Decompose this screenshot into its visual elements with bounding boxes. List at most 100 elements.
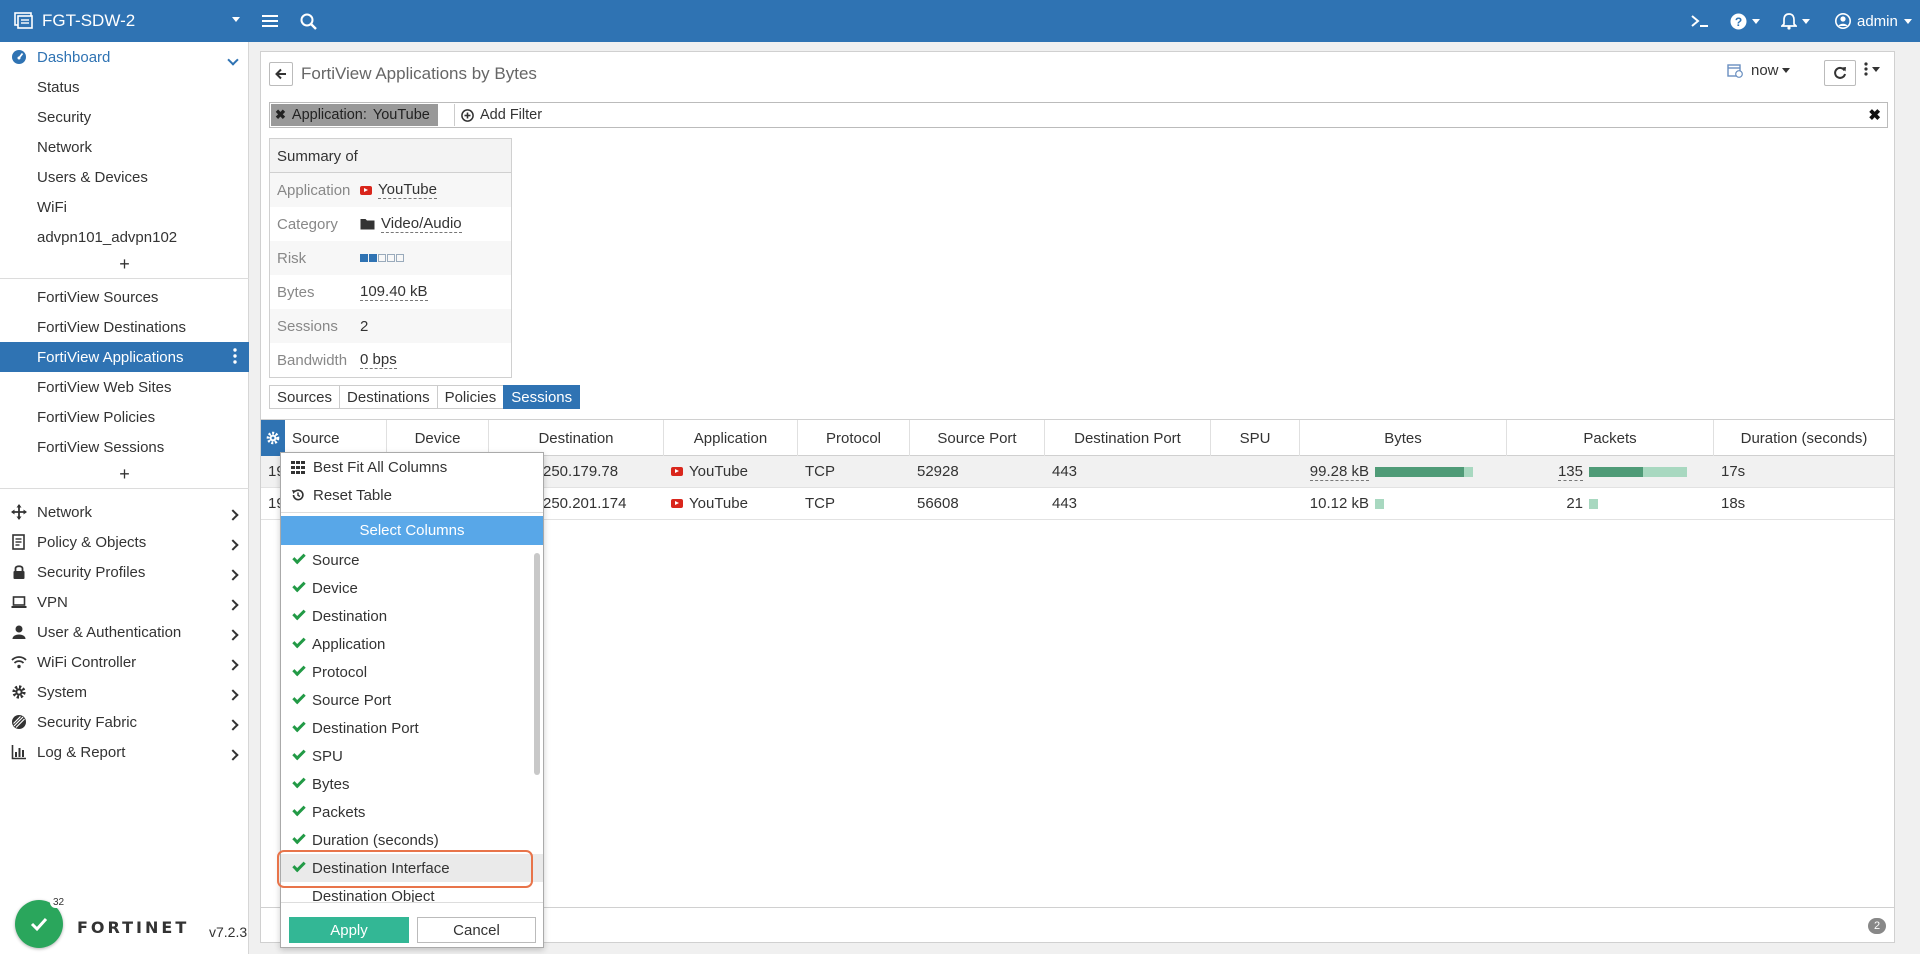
column-option-destination[interactable]: Destination <box>281 602 543 630</box>
add-fortiview-button[interactable]: + <box>0 462 249 486</box>
add-filter-label: Add Filter <box>480 107 543 123</box>
column-header-spu[interactable]: SPU <box>1211 420 1300 456</box>
sidebar-item-advpn[interactable]: advpn101_advpn102 <box>0 222 249 252</box>
youtube-icon <box>671 467 683 476</box>
sidebar-item-fortiview-policies[interactable]: FortiView Policies <box>0 402 249 432</box>
check-icon <box>292 802 306 817</box>
sidebar-item-fortiview-sources[interactable]: FortiView Sources <box>0 282 249 312</box>
column-option-source-port[interactable]: Source Port <box>281 686 543 714</box>
search-icon[interactable] <box>300 0 317 42</box>
tab-sessions[interactable]: Sessions <box>503 385 581 409</box>
column-header-packets[interactable]: Packets <box>1507 420 1714 456</box>
column-option-application[interactable]: Application <box>281 630 543 658</box>
packets-bar <box>1584 456 1687 487</box>
column-header-device[interactable]: Device <box>387 420 489 456</box>
summary-value[interactable]: YouTube <box>378 181 437 199</box>
summary-row-application: Application YouTube <box>270 173 511 207</box>
more-options-button[interactable] <box>1864 62 1880 76</box>
column-option-protocol[interactable]: Protocol <box>281 658 543 686</box>
sidebar-item-security[interactable]: Security <box>0 102 249 132</box>
sidebar-item-network[interactable]: Network <box>0 497 249 527</box>
chevron-right-icon <box>227 596 239 613</box>
sidebar-item-wifi[interactable]: WiFi <box>0 192 249 222</box>
sidebar-item-fortiview-sessions[interactable]: FortiView Sessions <box>0 432 249 462</box>
column-option-label: Device <box>312 579 358 597</box>
column-option-spu[interactable]: SPU <box>281 742 543 770</box>
column-header-destination[interactable]: Destination <box>489 420 664 456</box>
sidebar-item-users-devices[interactable]: Users & Devices <box>0 162 249 192</box>
column-header-protocol[interactable]: Protocol <box>798 420 910 456</box>
chevron-down-icon <box>1903 18 1912 24</box>
filter-chip-application[interactable]: ✖ Application: YouTube <box>271 104 438 126</box>
menu-icon[interactable] <box>262 0 278 42</box>
sidebar-item-label: Policy & Objects <box>37 533 147 551</box>
column-option-destination-port[interactable]: Destination Port <box>281 714 543 742</box>
column-header-source-port[interactable]: Source Port <box>910 420 1045 456</box>
notifications-menu[interactable] <box>1781 0 1810 42</box>
help-menu[interactable]: ? <box>1730 0 1760 42</box>
add-filter-button[interactable]: Add Filter <box>454 104 548 126</box>
sidebar-item-policy-objects[interactable]: Policy & Objects <box>0 527 249 557</box>
filter-bar[interactable]: ✖ Application: YouTube Add Filter ✖ <box>269 102 1888 128</box>
column-header-source[interactable]: Source <box>285 420 387 456</box>
device-selector[interactable]: FGT-SDW-2 <box>0 0 250 42</box>
summary-row-sessions: Sessions 2 <box>270 309 511 343</box>
apply-button[interactable]: Apply <box>289 917 409 943</box>
column-header-duration[interactable]: Duration (seconds) <box>1714 420 1894 456</box>
sidebar-item-vpn[interactable]: VPN <box>0 587 249 617</box>
best-fit-columns-button[interactable]: Best Fit All Columns <box>281 453 543 481</box>
summary-label: Bandwidth <box>277 351 348 369</box>
sidebar-item-status[interactable]: Status <box>0 72 249 102</box>
summary-value[interactable]: 109.40 kB <box>360 283 428 301</box>
clear-filters-icon[interactable]: ✖ <box>1868 106 1881 124</box>
summary-value[interactable]: Video/Audio <box>381 215 462 233</box>
add-dashboard-button[interactable]: + <box>0 252 249 276</box>
sidebar-item-log-report[interactable]: Log & Report <box>0 737 249 767</box>
sidebar-item-fortiview-applications[interactable]: FortiView Applications <box>0 342 249 372</box>
cell-bytes-label[interactable]: 99.28 kB <box>1309 463 1369 481</box>
remove-filter-icon[interactable]: ✖ <box>275 107 286 123</box>
column-header-bytes[interactable]: Bytes <box>1300 420 1507 456</box>
sidebar-item-wifi-controller[interactable]: WiFi Controller <box>0 647 249 677</box>
column-option-label: Source <box>312 551 360 569</box>
sidebar-item-fortiview-destinations[interactable]: FortiView Destinations <box>0 312 249 342</box>
network-icon <box>11 504 27 520</box>
user-menu[interactable]: admin <box>1835 0 1912 42</box>
user-icon <box>1835 13 1851 29</box>
sidebar-item-user-authentication[interactable]: User & Authentication <box>0 617 249 647</box>
column-header-destination-port[interactable]: Destination Port <box>1045 420 1211 456</box>
sidebar-item-network-dashboard[interactable]: Network <box>0 132 249 162</box>
scrollbar[interactable] <box>534 553 540 775</box>
cancel-button[interactable]: Cancel <box>417 917 536 943</box>
column-settings-button[interactable] <box>261 420 285 456</box>
tab-policies[interactable]: Policies <box>436 385 505 409</box>
tab-sources[interactable]: Sources <box>269 385 341 409</box>
cell-packets-label[interactable]: 135 <box>1557 463 1583 481</box>
time-selector[interactable]: now <box>1727 62 1790 79</box>
summary-value[interactable]: 0 bps <box>360 351 397 369</box>
column-option-device[interactable]: Device <box>281 574 543 602</box>
more-options-icon[interactable] <box>233 348 237 368</box>
column-option-bytes[interactable]: Bytes <box>281 770 543 798</box>
back-button[interactable] <box>269 62 293 86</box>
risk-level-indicator <box>360 254 404 262</box>
sidebar-item-label: WiFi Controller <box>37 653 137 671</box>
refresh-button[interactable] <box>1824 60 1856 86</box>
summary-label: Category <box>277 215 338 233</box>
sidebar-item-fortiview-websites[interactable]: FortiView Web Sites <box>0 372 249 402</box>
sidebar-item-security-profiles[interactable]: Security Profiles <box>0 557 249 587</box>
sidebar-footer: 32 FORTINET v7.2.3 <box>0 892 249 954</box>
sidebar-item-security-fabric[interactable]: Security Fabric <box>0 707 249 737</box>
column-header-application[interactable]: Application <box>664 420 798 456</box>
cell-source-port: 56608 <box>917 495 959 512</box>
cli-icon[interactable] <box>1690 0 1710 42</box>
tab-destinations[interactable]: Destinations <box>339 385 438 409</box>
sidebar-item-system[interactable]: System <box>0 677 249 707</box>
sidebar-item-dashboard[interactable]: Dashboard <box>0 42 249 72</box>
reset-table-button[interactable]: Reset Table <box>281 481 543 509</box>
chevron-down-icon <box>227 51 239 68</box>
plus-circle-icon <box>461 108 474 122</box>
column-option-source[interactable]: Source <box>281 546 543 574</box>
summary-row-bytes: Bytes 109.40 kB <box>270 275 511 309</box>
column-option-packets[interactable]: Packets <box>281 798 543 826</box>
